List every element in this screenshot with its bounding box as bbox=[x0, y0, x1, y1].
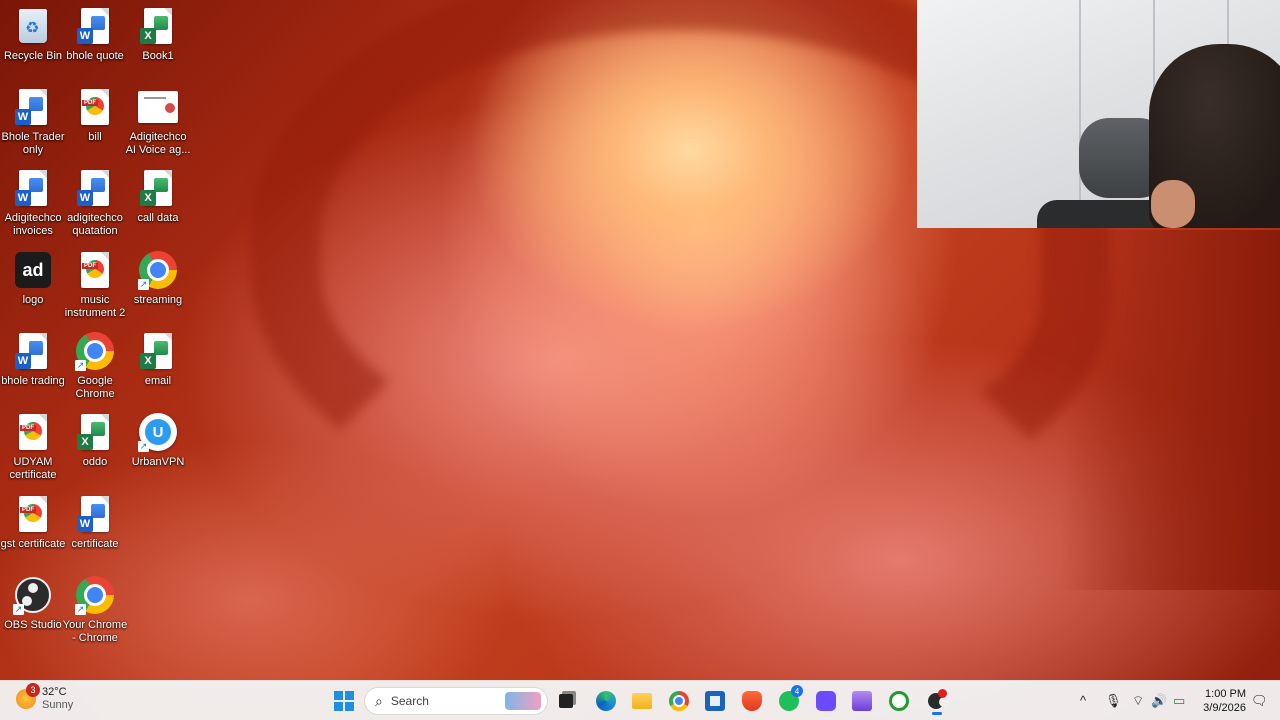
taskbar-edge[interactable] bbox=[592, 687, 620, 715]
taskbar-layers-app[interactable] bbox=[848, 687, 876, 715]
desktop-icon-gst-certificate[interactable]: PDF gst certificate bbox=[0, 488, 66, 566]
obs-studio-icon bbox=[926, 689, 949, 720]
desktop-icon-email[interactable]: X email bbox=[125, 325, 191, 403]
wall-panel-seam bbox=[1079, 0, 1081, 228]
desktop-icon-your-chrome[interactable]: ↗ Your Chrome - Chrome bbox=[62, 569, 128, 647]
search-highlight-image bbox=[505, 692, 541, 710]
taskbar-brave[interactable] bbox=[738, 687, 766, 715]
desktop-icon-call-data[interactable]: X call data bbox=[125, 162, 191, 240]
desktop-icon-udyam-certificate[interactable]: PDF UDYAM certificate bbox=[0, 406, 66, 484]
active-indicator bbox=[932, 712, 942, 715]
start-button[interactable] bbox=[330, 687, 358, 715]
task-view-button[interactable] bbox=[552, 687, 580, 715]
volume-icon[interactable]: 🔊 bbox=[1151, 693, 1167, 709]
weather-notification-badge: 3 bbox=[26, 683, 40, 697]
taskbar-proton[interactable] bbox=[812, 687, 840, 715]
webcam-overlay bbox=[917, 0, 1280, 228]
weather-widget[interactable]: 3 32°C Sunny bbox=[16, 683, 74, 712]
weather-condition: Sunny bbox=[42, 699, 74, 711]
brave-icon bbox=[742, 691, 762, 711]
layers-icon bbox=[852, 691, 872, 711]
desktop-icon-oddo[interactable]: X oddo bbox=[62, 406, 128, 484]
shortcut-arrow-icon: ↗ bbox=[75, 604, 86, 615]
xbox-icon bbox=[889, 691, 909, 711]
desktop-icon-adigitechco-quatation[interactable]: W adigitechco quatation bbox=[62, 162, 128, 240]
webcam-person-face bbox=[1151, 180, 1195, 228]
show-hidden-icons-chevron-icon[interactable]: ^ bbox=[1080, 693, 1086, 708]
wallpaper-shadow bbox=[1060, 230, 1280, 590]
desktop-icon-obs-studio[interactable]: ↗ OBS Studio bbox=[0, 569, 66, 647]
desktop-icon-recycle-bin[interactable]: Recycle Bin bbox=[0, 0, 66, 78]
desktop-icon-streaming[interactable]: ↗ streaming bbox=[125, 244, 191, 322]
taskbar-store[interactable] bbox=[701, 687, 729, 715]
weather-temperature: 32°C bbox=[42, 686, 67, 698]
taskbar-file-explorer[interactable] bbox=[628, 687, 656, 715]
desktop-icon-google-chrome[interactable]: ↗ Google Chrome bbox=[62, 325, 128, 403]
folder-icon bbox=[632, 693, 652, 709]
shortcut-arrow-icon: ↗ bbox=[13, 604, 24, 615]
search-icon: ⌕ bbox=[375, 692, 383, 709]
image-thumbnail-icon bbox=[138, 91, 178, 123]
desktop-icon-book1[interactable]: X Book1 bbox=[125, 0, 191, 78]
desktop-icon-urbanvpn[interactable]: U ↗ UrbanVPN bbox=[125, 406, 191, 484]
clock-date: 3/9/2026 bbox=[1203, 702, 1246, 714]
shortcut-arrow-icon: ↗ bbox=[138, 279, 149, 290]
desktop-icon-adigitechco-invoices[interactable]: W Adigitechco invoices bbox=[0, 162, 66, 240]
desktop-icon-adigitechco-ai-voice[interactable]: Adigitechco AI Voice ag... bbox=[125, 81, 191, 159]
desktop-icon-bhole-quote[interactable]: W bhole quote bbox=[62, 0, 128, 78]
recycle-bin-icon bbox=[19, 9, 47, 43]
shortcut-arrow-icon: ↗ bbox=[138, 441, 149, 452]
desktop-icon-bhole-trader-only[interactable]: W Bhole Trader only bbox=[0, 81, 66, 159]
taskbar-clock[interactable]: 1:00 PM 3/9/2026 bbox=[1196, 687, 1246, 715]
desktop-icon-bill[interactable]: PDF bill bbox=[62, 81, 128, 159]
logo-icon bbox=[15, 252, 51, 288]
shortcut-arrow-icon: ↗ bbox=[75, 360, 86, 371]
whatsapp-icon: 4 bbox=[779, 685, 803, 711]
sun-icon: 3 bbox=[16, 683, 40, 709]
edge-icon bbox=[596, 691, 616, 711]
desktop-icon-bhole-trading[interactable]: W bhole trading bbox=[0, 325, 66, 403]
notification-center-icon[interactable]: 🗨 bbox=[1251, 693, 1268, 709]
taskbar-chrome[interactable] bbox=[665, 687, 693, 715]
chrome-icon bbox=[669, 691, 689, 711]
whatsapp-badge: 4 bbox=[791, 685, 803, 697]
pdf-document-icon bbox=[19, 496, 47, 532]
windows-logo-icon bbox=[334, 691, 354, 711]
proton-icon bbox=[816, 691, 836, 711]
pdf-document-icon bbox=[81, 252, 109, 288]
battery-icon[interactable]: ▭ bbox=[1173, 693, 1185, 709]
desktop-icon-certificate[interactable]: W certificate bbox=[62, 488, 128, 566]
pdf-document-icon bbox=[81, 89, 109, 125]
desktop-icon-music-instrument-2[interactable]: PDF music instrument 2 bbox=[62, 244, 128, 322]
taskbar-xbox[interactable] bbox=[885, 687, 913, 715]
clock-time: 1:00 PM bbox=[1205, 688, 1246, 700]
wifi-icon[interactable]: ⌔ bbox=[1132, 693, 1144, 709]
recording-dot-icon bbox=[938, 689, 947, 698]
store-icon bbox=[705, 691, 725, 711]
pdf-document-icon bbox=[19, 414, 47, 450]
desktop-icon-logo[interactable]: logo bbox=[0, 244, 66, 322]
taskbar: 3 32°C Sunny ⌕ Search 4 ^ 🎙 ⌔ 🔊 ▭ 1:00 P… bbox=[0, 680, 1280, 720]
task-view-icon bbox=[559, 694, 573, 708]
microphone-icon[interactable]: 🎙 bbox=[1105, 693, 1122, 709]
taskbar-whatsapp[interactable]: 4 bbox=[775, 685, 803, 715]
taskbar-obs[interactable] bbox=[922, 687, 950, 720]
taskbar-search[interactable]: ⌕ Search bbox=[364, 687, 548, 715]
